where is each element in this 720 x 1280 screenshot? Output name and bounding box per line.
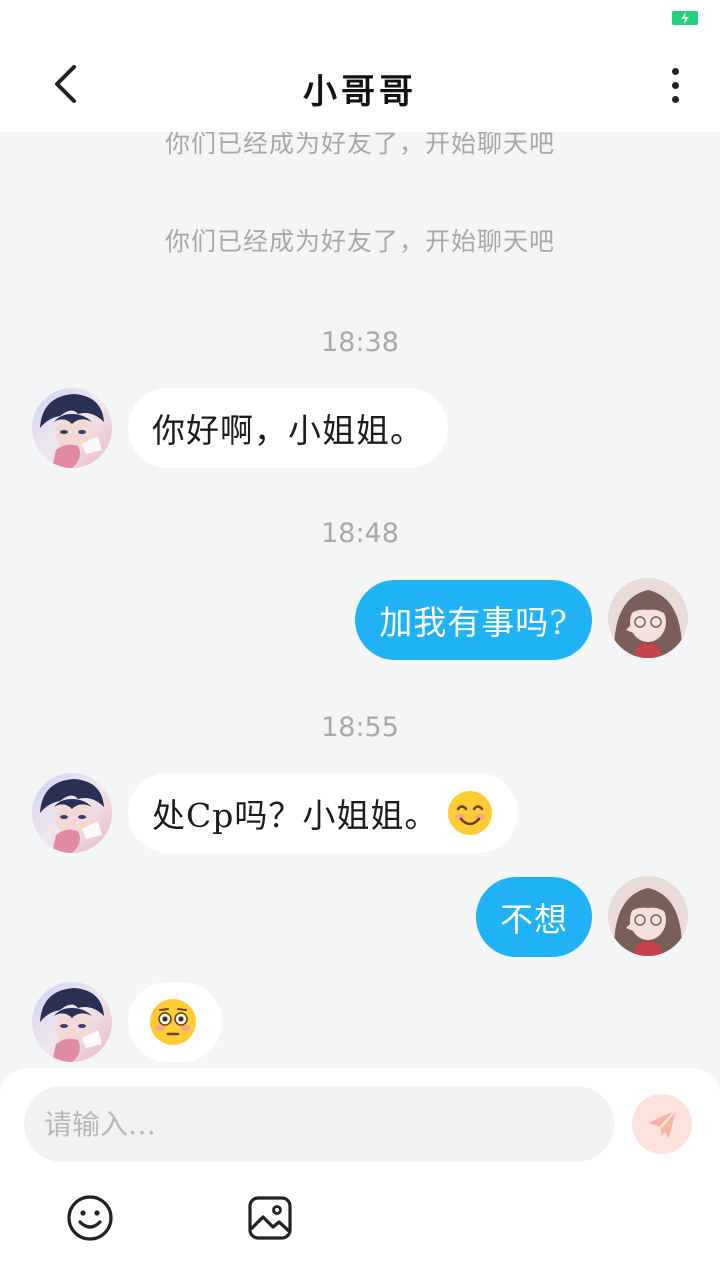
user-avatar[interactable]: [608, 876, 688, 956]
user-avatar[interactable]: [608, 578, 688, 658]
outgoing-message-bubble[interactable]: 加我有事吗?: [355, 580, 592, 660]
chat-header: 小哥哥: [0, 36, 720, 132]
system-note: 你们已经成为好友了，开始聊天吧: [164, 227, 555, 256]
page-title: 小哥哥: [303, 72, 417, 112]
system-note: 你们已经成为好友了，开始聊天吧: [164, 132, 555, 158]
outgoing-message-bubble[interactable]: 不想: [476, 877, 592, 957]
message-text: 加我有事吗?: [379, 603, 568, 642]
smiling-face-emoji-icon: [448, 791, 493, 835]
contact-avatar[interactable]: [32, 388, 112, 468]
message-text: 处Cp吗？小姐姐。: [152, 796, 439, 835]
message-input-panel: [0, 1068, 720, 1280]
more-vertical-icon: [671, 67, 679, 75]
message-timestamp: 18:55: [321, 712, 399, 743]
more-options-button[interactable]: [660, 60, 690, 110]
incoming-message-bubble[interactable]: 你好啊，小姐姐。: [128, 388, 448, 468]
contact-avatar[interactable]: [32, 773, 112, 853]
contact-avatar[interactable]: [32, 982, 112, 1062]
message-text: 不想: [500, 900, 568, 939]
status-bar: [0, 0, 720, 36]
send-button[interactable]: [632, 1094, 692, 1154]
chat-message-list[interactable]: 你们已经成为好友了，开始聊天吧 你们已经成为好友了，开始聊天吧 18:38 你好…: [0, 132, 720, 1072]
message-input[interactable]: [24, 1086, 614, 1162]
incoming-message-bubble[interactable]: [128, 982, 222, 1062]
incoming-message-bubble[interactable]: 处Cp吗？小姐姐。: [128, 773, 519, 853]
send-icon: [648, 1109, 677, 1138]
battery-charging-icon: [672, 11, 698, 25]
emoji-icon: [67, 1195, 113, 1241]
flushed-face-emoji-icon: [150, 999, 196, 1045]
message-timestamp: 18:38: [321, 327, 399, 358]
message-timestamp: 18:48: [321, 518, 399, 549]
image-icon: [248, 1196, 292, 1240]
message-text: 你好啊，小姐姐。: [152, 411, 424, 450]
image-button[interactable]: [246, 1194, 294, 1242]
emoji-button[interactable]: [66, 1194, 114, 1242]
